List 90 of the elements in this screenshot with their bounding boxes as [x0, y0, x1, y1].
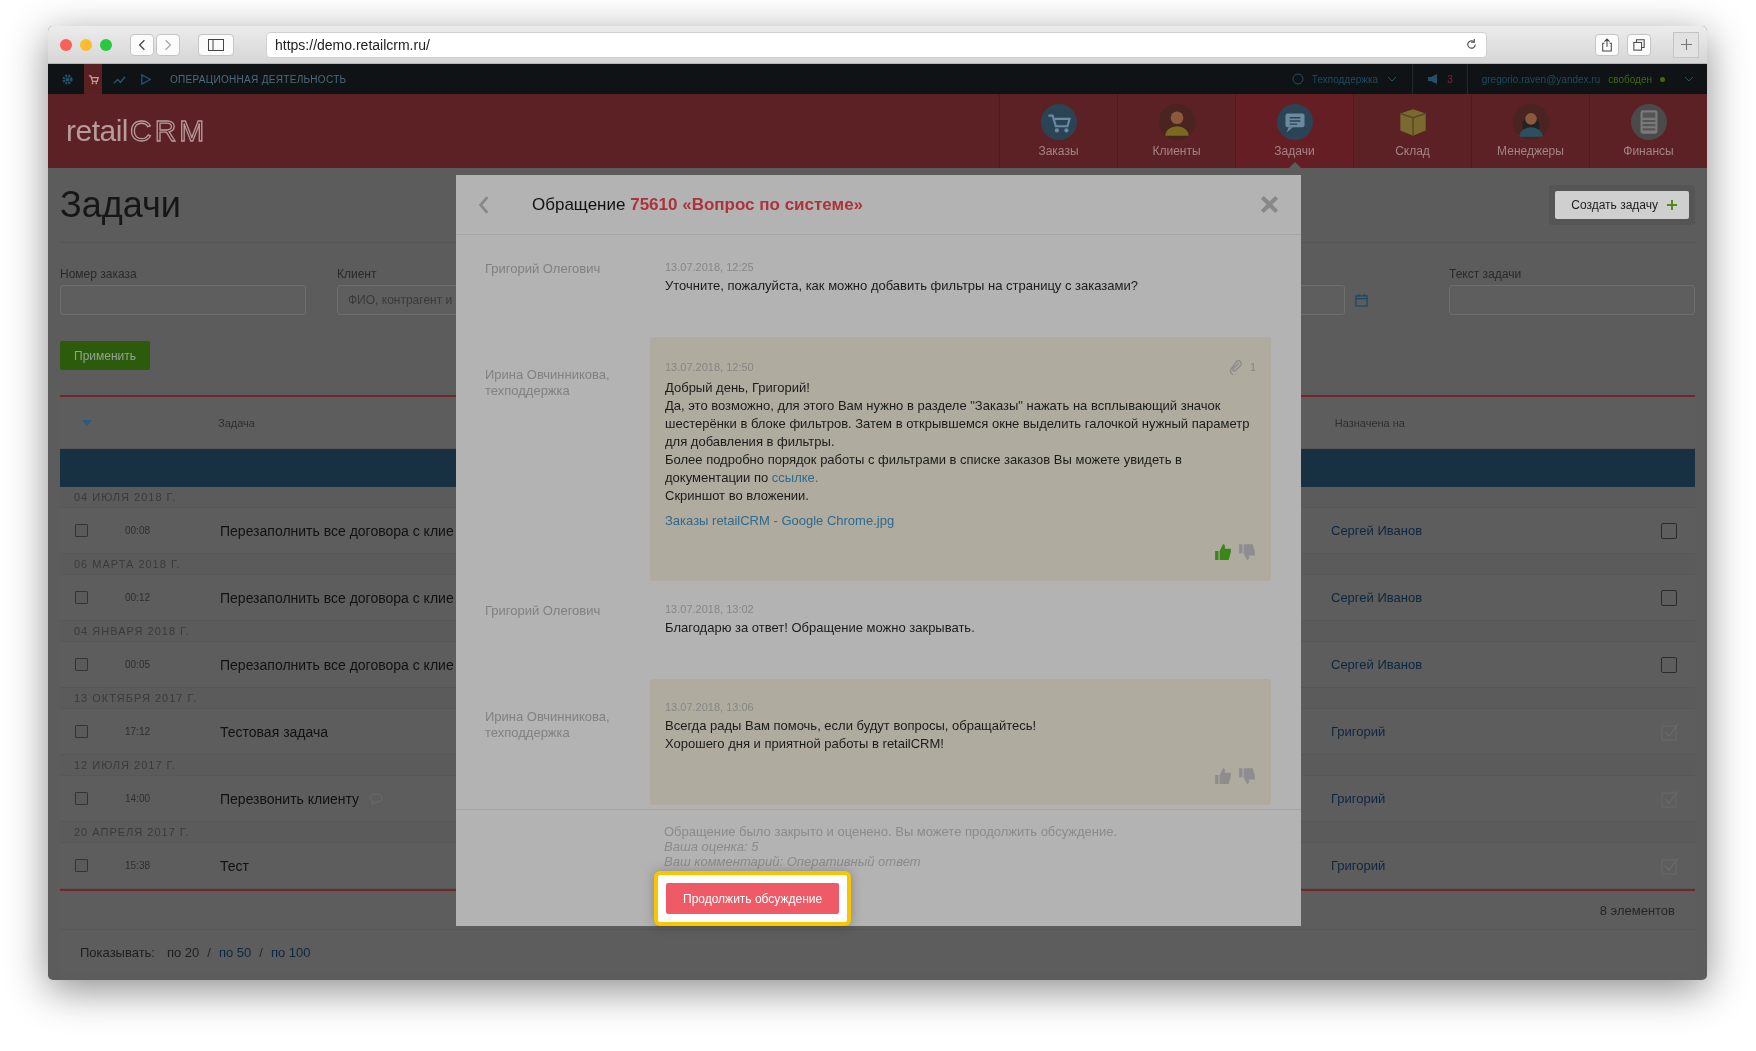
reload-icon[interactable] [1465, 38, 1478, 51]
completed-checkbox[interactable] [1661, 656, 1677, 673]
task-title[interactable]: Перезаполнить все договора с клие [220, 522, 454, 539]
section-title[interactable]: ОПЕРАЦИОННАЯ ДЕЯТЕЛЬНОСТЬ [170, 73, 347, 85]
megaphone-icon[interactable] [1427, 73, 1440, 85]
sidebar-icon [208, 38, 224, 51]
completed-checkbox[interactable] [1661, 522, 1677, 539]
assignee-link[interactable]: Сергей Иванов [1331, 657, 1521, 672]
page-size-label: Показывать: [80, 944, 155, 960]
attachment-link[interactable]: Заказы retailCRM - Google Chrome.jpg [665, 513, 895, 528]
task-title[interactable]: Тест [220, 857, 249, 874]
tabs-button[interactable] [1627, 33, 1651, 56]
maximize-window-icon[interactable] [100, 38, 112, 51]
support-link[interactable]: Техподдержка [1311, 73, 1379, 85]
row-checkbox[interactable] [75, 859, 88, 872]
calendar-icon[interactable] [1355, 293, 1368, 307]
minimize-window-icon[interactable] [80, 38, 92, 51]
task-title[interactable]: Перезвонить клиенту [220, 790, 360, 807]
separator: / [259, 944, 263, 960]
dialog-title: Обращение 75610 «Вопрос по системе» [532, 194, 864, 215]
cart-icon [1040, 104, 1077, 140]
calculator-icon [1630, 104, 1667, 140]
paperclip-icon [1227, 359, 1244, 375]
person-icon [1158, 104, 1195, 140]
message-text: Да, это возможно, для этого Вам нужно в разделе "Заказы" нажать на всплывающий значок шестерёнки в блоке фильтров. Затем в открывшемся окне выделить галочкой нужный параметр для добавления в фильтры. [665, 397, 1251, 451]
assignee-link[interactable]: Сергей Иванов [1331, 590, 1521, 605]
nav-item[interactable]: Финансы [1589, 94, 1707, 168]
message-text: Более подробно порядок работы с фильтрами в списке заказов Вы можете увидеть в документации по ссылке. [665, 451, 1183, 487]
thumbs-up-icon[interactable] [1214, 767, 1232, 785]
assignee-link[interactable]: Григорий [1331, 724, 1521, 739]
page-size-option[interactable]: по 100 [270, 944, 311, 960]
assignee-link[interactable]: Григорий [1331, 791, 1521, 806]
completed-checkbox[interactable] [1661, 589, 1677, 606]
person-icon [1512, 104, 1549, 140]
tabs-icon [1633, 38, 1645, 51]
task-title[interactable]: Перезаполнить все договора с клие [220, 656, 454, 673]
message-text: Всегда рады Вам помочь, если будут вопросы, обращайтесь! [665, 717, 1038, 735]
user-email[interactable]: gregorio.raven@yandex.ru [1481, 73, 1601, 85]
user-status: свободен [1608, 73, 1652, 85]
nav-item[interactable]: Склад [1353, 94, 1471, 168]
nav-item[interactable]: Задачи [1235, 94, 1353, 168]
url-text: https://demo.retailcrm.ru/ [275, 36, 430, 53]
address-bar[interactable]: https://demo.retailcrm.ru/ [266, 31, 1487, 58]
separator: / [207, 944, 211, 960]
notification-count: 3 [1447, 73, 1453, 85]
assignee-link[interactable]: Григорий [1331, 858, 1521, 873]
nav-item[interactable]: Клиенты [1117, 94, 1235, 168]
continue-discussion-button[interactable]: Продолжить обсуждение [666, 883, 840, 914]
message-text: Хорошего дня и приятной работы в retailCRM! [665, 735, 945, 753]
assignee-link[interactable]: Сергей Иванов [1331, 523, 1521, 538]
status-dot [1660, 76, 1665, 82]
logo[interactable]: retailCRM [66, 94, 208, 168]
thumbs-up-icon[interactable] [1214, 543, 1232, 561]
plus-icon [1667, 200, 1677, 210]
nav-item[interactable]: Заказы [999, 94, 1117, 168]
sidebar-button[interactable] [198, 33, 234, 56]
share-button[interactable] [1595, 33, 1619, 56]
message-text: Скриншот во вложении. [665, 487, 810, 505]
message-text: Добрый день, Григорий! [665, 379, 811, 397]
message-text: Уточните, пожалуйста, как можно добавить фильтры на страницу с заказами? [665, 277, 1139, 295]
row-checkbox[interactable] [75, 725, 88, 738]
link[interactable]: ссылке. [771, 470, 819, 485]
help-icon [1291, 73, 1304, 85]
task-title[interactable]: Тестовая задача [220, 723, 329, 740]
plus-icon [1680, 39, 1692, 50]
row-checkbox[interactable] [75, 524, 88, 537]
task-title[interactable]: Перезаполнить все договора с клие [220, 589, 454, 606]
message-text: Благодарю за ответ! Обращение можно закрывать. [665, 619, 976, 637]
back-chevron-icon[interactable] [478, 195, 490, 214]
row-checkbox[interactable] [75, 792, 88, 805]
chevron-left-icon [138, 38, 146, 51]
share-icon [1601, 37, 1613, 52]
row-checkbox[interactable] [75, 591, 88, 604]
new-tab-button[interactable] [1673, 31, 1699, 58]
nav-item[interactable]: Менеджеры [1471, 94, 1589, 168]
row-checkbox[interactable] [75, 658, 88, 671]
chat-icon [1276, 104, 1313, 140]
page-size-option[interactable]: по 50 [218, 944, 252, 960]
chevron-right-icon [164, 38, 172, 51]
thumbs-down-icon[interactable] [1238, 543, 1256, 561]
sort-arrow-icon[interactable] [82, 419, 92, 426]
back-button[interactable] [130, 33, 154, 56]
close-icon[interactable] [1260, 195, 1279, 214]
close-window-icon[interactable] [60, 38, 72, 51]
create-task-button[interactable]: Создать задачу [1555, 191, 1689, 219]
page-size-option[interactable]: по 20 [167, 944, 200, 960]
page-title: Задачи [60, 184, 181, 226]
cart-icon[interactable] [84, 64, 102, 94]
apply-button[interactable]: Применить [60, 341, 150, 370]
thumbs-down-icon[interactable] [1238, 767, 1256, 785]
